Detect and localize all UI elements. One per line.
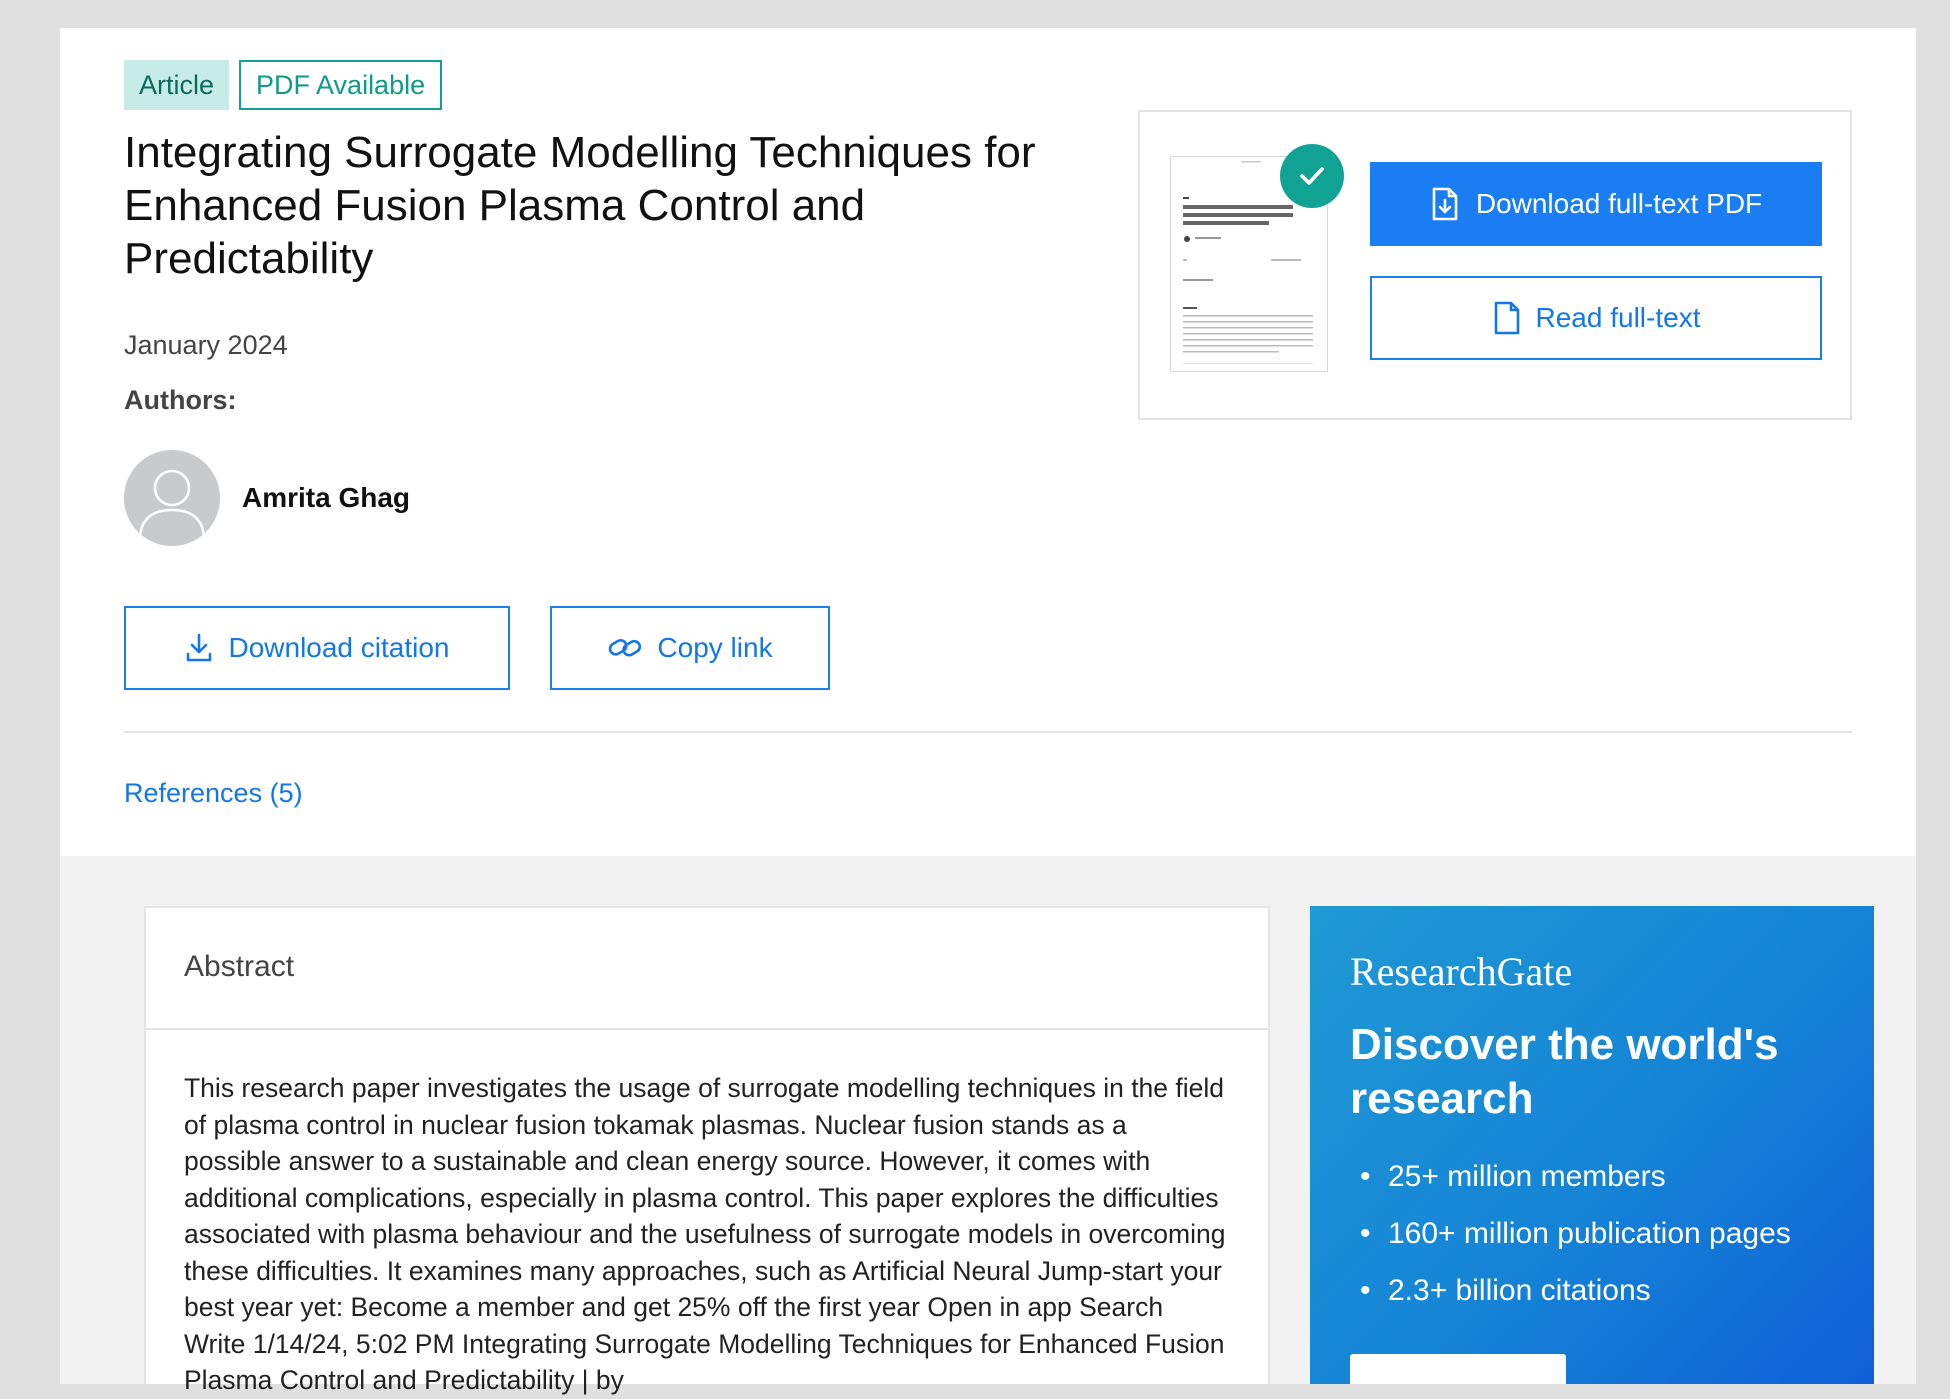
join-button[interactable] <box>1350 1354 1566 1384</box>
file-icon <box>1494 301 1519 335</box>
read-full-text-label: Read full-text <box>1535 302 1701 333</box>
download-full-text-pdf-button[interactable]: Download full-text PDF <box>1370 162 1822 246</box>
authors-label: Authors: <box>124 385 237 415</box>
promo-stat-item: 2.3+ billion citations <box>1350 1262 1791 1319</box>
download-full-text-pdf-label: Download full-text PDF <box>1475 188 1763 219</box>
article-badge: Article <box>124 60 230 110</box>
file-download-icon <box>1432 187 1458 221</box>
references-tab[interactable]: References (5) <box>124 778 303 809</box>
type-badges: Article PDF Available <box>124 60 443 110</box>
promo-stat-item: 25+ million members <box>1350 1148 1791 1205</box>
promo-stats: 25+ million members 160+ million publica… <box>1350 1148 1791 1319</box>
signup-promo: ResearchGate Discover the world's resear… <box>1310 906 1874 1384</box>
promo-stat-item: 160+ million publication pages <box>1350 1205 1791 1262</box>
divider <box>124 731 1852 733</box>
download-citation-label: Download citation <box>228 632 450 663</box>
pdf-available-badge: PDF Available <box>239 60 443 110</box>
person-icon <box>124 450 220 546</box>
author-avatar[interactable] <box>124 450 220 546</box>
abstract-text: This research paper investigates the usa… <box>184 1073 1226 1395</box>
publication-title: Integrating Surrogate Modelling Techniqu… <box>124 128 1036 283</box>
author-name[interactable]: Amrita Ghag <box>242 482 410 514</box>
read-full-text-button[interactable]: Read full-text <box>1370 276 1822 360</box>
full-text-panel: Download full-text PDF Read full-text <box>1138 110 1852 420</box>
copy-link-button[interactable]: Copy link <box>550 606 830 690</box>
abstract-card: Abstract This research paper investigate… <box>144 906 1270 1395</box>
link-icon <box>609 639 642 657</box>
promo-heading: Discover the world's research <box>1350 1020 1779 1123</box>
publication-date: January 2024 <box>124 330 288 360</box>
download-icon <box>187 633 212 662</box>
abstract-heading: Abstract <box>146 908 1268 1030</box>
copy-link-label: Copy link <box>657 632 773 663</box>
download-citation-button[interactable]: Download citation <box>124 606 510 690</box>
check-icon <box>1280 144 1344 208</box>
researchgate-logo: ResearchGate <box>1350 949 1573 994</box>
